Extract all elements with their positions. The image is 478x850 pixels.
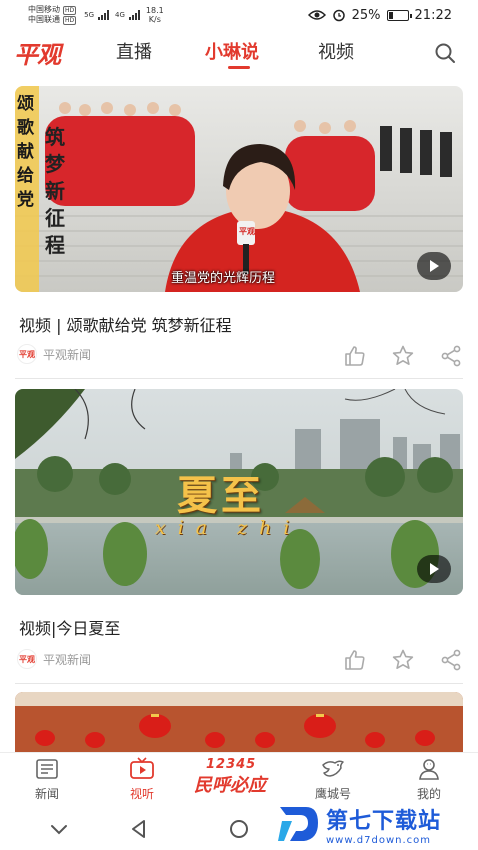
play-icon bbox=[430, 563, 439, 575]
news-icon bbox=[36, 759, 58, 779]
signal-icon bbox=[98, 10, 110, 20]
video-thumbnail[interactable]: 颂歌献给党 筑梦新征程 平观 重温党的光辉历程 bbox=[15, 86, 463, 292]
promo-text: 民呼必应 bbox=[194, 775, 266, 796]
thumbnail-title: 夏至 bbox=[177, 472, 265, 519]
battery-icon bbox=[386, 9, 412, 21]
battery-percent: 25% bbox=[351, 7, 381, 23]
app-screen: 中国移动 HD 中国联通 HD 5G 4G 18.1 K/s 25% 21:22 平… bbox=[0, 0, 478, 850]
feed-card[interactable]: 颂歌献给党 筑梦新征程 平观 重温党的光辉历程 视频 | 颂歌献给党 筑梦新征程… bbox=[15, 86, 463, 380]
eye-icon bbox=[307, 10, 326, 20]
signal-icons: 5G 4G bbox=[82, 10, 140, 20]
tab-video[interactable]: 视频 bbox=[318, 38, 354, 64]
share-icon[interactable] bbox=[439, 648, 463, 672]
hd-badge-2: HD bbox=[63, 15, 77, 25]
feed-card[interactable]: 夏至 xia zhi 视频|今日夏至 平观 平观新闻 bbox=[15, 389, 463, 689]
source-name: 平观新闻 bbox=[43, 347, 92, 362]
card-source: 平观 平观新闻 bbox=[17, 649, 91, 669]
right-vertical-caption: 筑梦新征程 bbox=[45, 125, 65, 257]
eagle-icon bbox=[322, 760, 344, 777]
net-type-2: 4G bbox=[115, 11, 125, 19]
video-thumbnail[interactable]: 夏至 xia zhi bbox=[15, 389, 463, 595]
hd-badge-1: HD bbox=[63, 5, 77, 15]
source-logo: 平观 bbox=[17, 649, 37, 669]
nav-yingcheng[interactable]: 鹰城号 bbox=[303, 757, 363, 802]
video-subtitle: 重温党的光辉历程 bbox=[171, 271, 276, 286]
site-watermark: 第七下载站 www.d7down.com bbox=[276, 798, 472, 850]
watermark-url: www.d7down.com bbox=[326, 834, 432, 846]
app-logo: 平观 bbox=[14, 39, 61, 69]
status-bar: 中国移动 HD 中国联通 HD 5G 4G 18.1 K/s 25% 21:22 bbox=[0, 0, 478, 30]
home-icon[interactable] bbox=[228, 818, 250, 840]
clock: 21:22 bbox=[414, 7, 452, 23]
chevron-down-icon[interactable] bbox=[48, 818, 70, 840]
tab-xiaolin[interactable]: 小琳说 bbox=[205, 38, 259, 64]
play-button[interactable] bbox=[417, 252, 451, 280]
speed-value: 18.1 bbox=[145, 6, 164, 15]
thumbnail-art bbox=[15, 86, 463, 292]
promo-12345-button[interactable]: 12345 民呼必应 bbox=[190, 757, 290, 799]
back-icon[interactable] bbox=[128, 818, 150, 840]
card-actions bbox=[343, 344, 463, 368]
thumbnail-art bbox=[15, 692, 463, 752]
card-title[interactable]: 视频|今日夏至 bbox=[19, 615, 120, 639]
card-divider bbox=[15, 683, 463, 684]
card-title[interactable]: 视频 | 颂歌献给党 筑梦新征程 bbox=[19, 312, 232, 336]
play-button[interactable] bbox=[417, 555, 451, 583]
source-name: 平观新闻 bbox=[43, 652, 92, 667]
carriers: 中国移动 HD 中国联通 HD bbox=[28, 5, 77, 25]
status-left: 中国移动 HD 中国联通 HD 5G 4G 18.1 K/s bbox=[28, 5, 164, 25]
status-right: 25% 21:22 bbox=[307, 7, 452, 23]
carrier-2: 中国联通 bbox=[28, 15, 60, 24]
tab-live[interactable]: 直播 bbox=[116, 38, 152, 64]
nav-news-label: 新闻 bbox=[34, 787, 59, 801]
nav-audiovisual[interactable]: 视听 bbox=[112, 757, 172, 802]
left-vertical-caption: 颂歌献给党 bbox=[17, 94, 34, 210]
alarm-icon bbox=[332, 9, 345, 22]
card-actions bbox=[343, 648, 463, 672]
nav-audiovisual-label: 视听 bbox=[129, 787, 154, 801]
promo-number: 12345 bbox=[206, 757, 257, 772]
source-logo: 平观 bbox=[17, 344, 37, 364]
signal-icon bbox=[128, 10, 140, 20]
tv-icon bbox=[130, 757, 154, 779]
star-icon[interactable] bbox=[391, 344, 415, 368]
feed-card[interactable] bbox=[15, 692, 463, 752]
user-icon bbox=[419, 759, 439, 780]
play-icon bbox=[430, 260, 439, 272]
net-speed: 18.1 K/s bbox=[146, 6, 164, 24]
share-icon[interactable] bbox=[439, 344, 463, 368]
active-tab-indicator bbox=[228, 66, 250, 69]
nav-mine[interactable]: 我的 bbox=[399, 757, 459, 802]
video-thumbnail[interactable] bbox=[15, 692, 463, 752]
card-divider bbox=[15, 378, 463, 379]
carrier-1: 中国移动 bbox=[28, 5, 60, 14]
star-icon[interactable] bbox=[391, 648, 415, 672]
like-icon[interactable] bbox=[343, 648, 367, 672]
like-icon[interactable] bbox=[343, 344, 367, 368]
watermark-name: 第七下载站 bbox=[326, 808, 442, 834]
top-header: 平观 直播 小琳说 视频 bbox=[0, 30, 478, 74]
speed-unit: K/s bbox=[148, 15, 161, 24]
card-source: 平观 平观新闻 bbox=[17, 344, 91, 364]
search-icon[interactable] bbox=[434, 42, 456, 64]
net-type-1: 5G bbox=[84, 11, 95, 19]
thumbnail-pinyin: xia zhi bbox=[155, 517, 302, 539]
watermark-logo-icon bbox=[278, 807, 318, 841]
nav-news[interactable]: 新闻 bbox=[17, 757, 77, 802]
mic-label: 平观 bbox=[239, 227, 255, 236]
